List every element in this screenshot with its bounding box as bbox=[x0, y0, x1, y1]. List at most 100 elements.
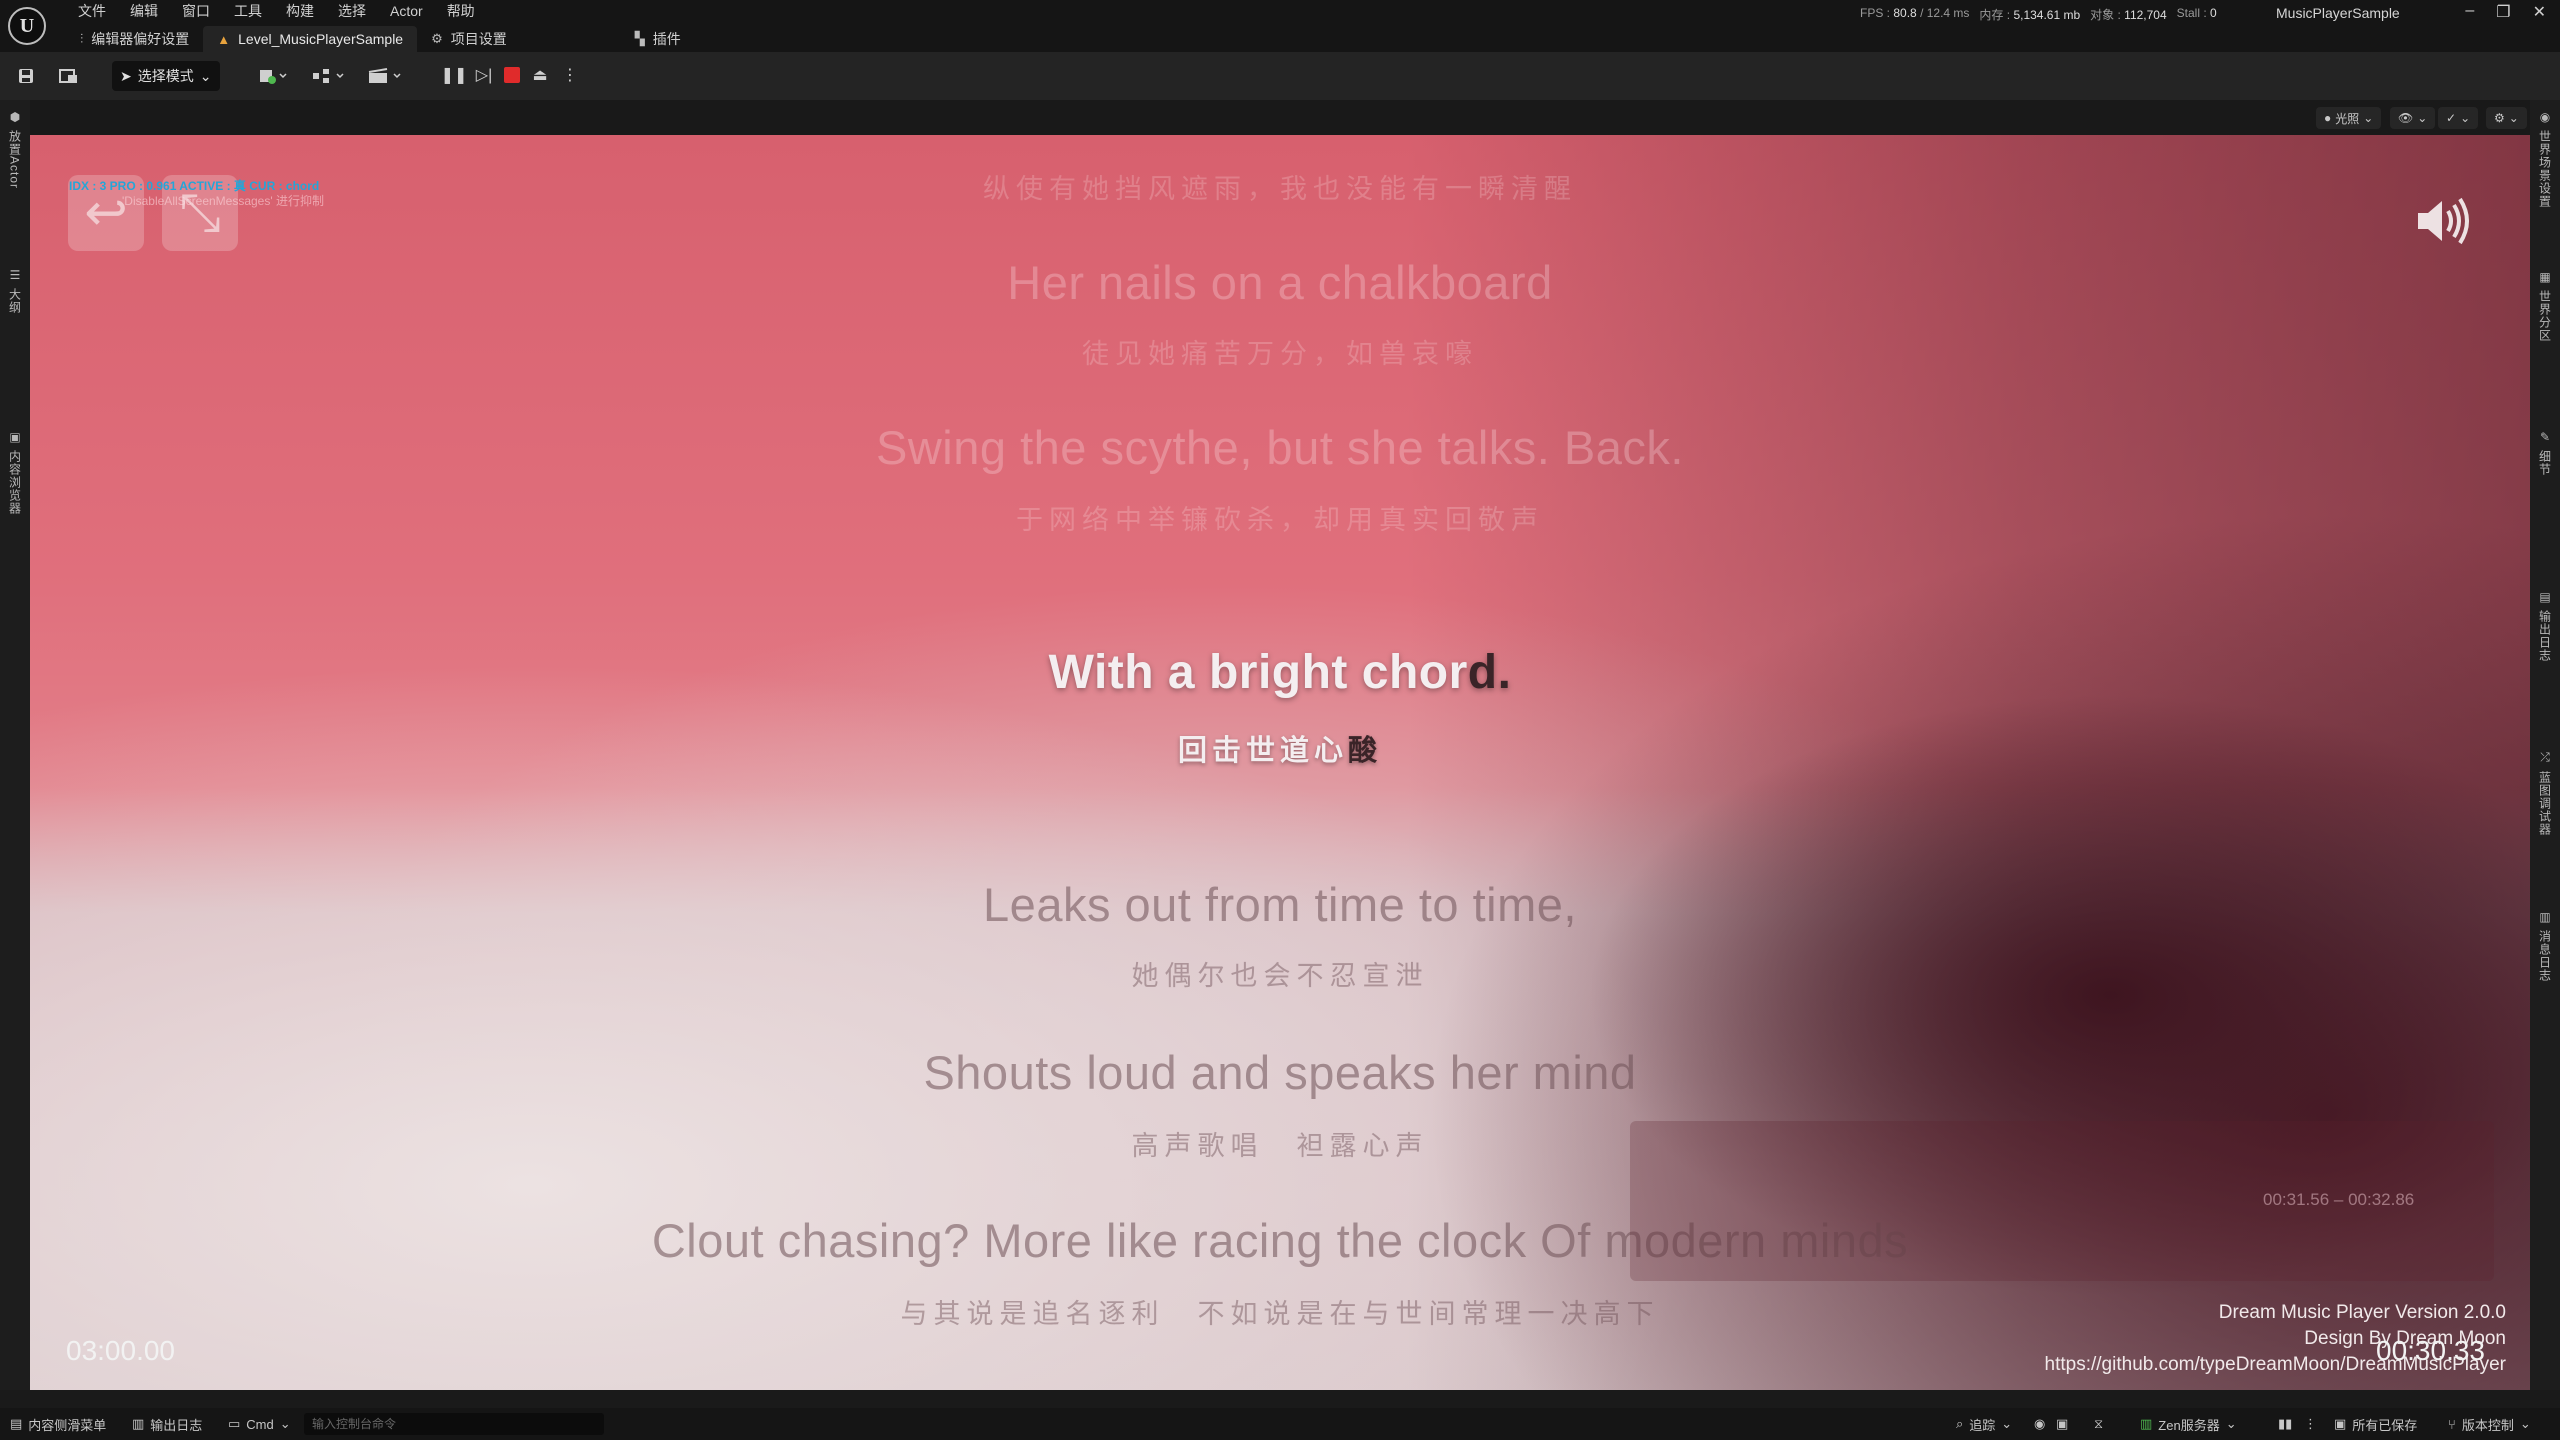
chevron-down-icon: ⌄ bbox=[2519, 1416, 2531, 1431]
pencil-icon: ✎ bbox=[2539, 430, 2551, 444]
gear-icon: ⚙ bbox=[431, 31, 443, 46]
screenshot-icon[interactable]: ▣ bbox=[2056, 1408, 2068, 1440]
fps-stat: FPS : 80.8 / 12.4 ms bbox=[1860, 6, 1970, 20]
lyric-translation: 于网络中举镰砍杀，却用真实回敬声 bbox=[1016, 505, 1544, 535]
tab-project-settings[interactable]: ⚙ 项目设置 bbox=[417, 26, 521, 52]
side-tab-place-actors[interactable]: ⬢ 放置Actor bbox=[0, 110, 30, 189]
blueprint-icon[interactable] bbox=[310, 62, 348, 90]
side-tab-label: 蓝图调试器 bbox=[2537, 771, 2552, 836]
mode-label: 选择模式 bbox=[137, 68, 194, 84]
perf-stats: FPS : 80.8 / 12.4 ms 内存 : 5,134.61 mb 对象… bbox=[1860, 6, 2217, 23]
trace-button[interactable]: ⌕ 追踪 ⌄ bbox=[1956, 1408, 2012, 1440]
total-time: 03:00.00 bbox=[66, 1335, 175, 1366]
chevron-down-icon: ⌄ bbox=[279, 1416, 291, 1431]
output-log-button[interactable]: ▥ 输出日志 bbox=[132, 1408, 202, 1440]
side-tab-details[interactable]: ✎ 细节 bbox=[2530, 430, 2560, 476]
place-actors-icon: ⬢ bbox=[9, 110, 21, 124]
cmd-dropdown[interactable]: ▭ Cmd ⌄ bbox=[228, 1408, 291, 1440]
tab-editor-preferences[interactable]: ⫶ 编辑器偏好设置 bbox=[66, 26, 203, 52]
pause-icon[interactable]: ❚❚ bbox=[441, 63, 468, 87]
saved-label: 所有已保存 bbox=[2352, 1417, 2418, 1433]
minimize-button[interactable]: – bbox=[2465, 2, 2474, 22]
add-actor-icon[interactable] bbox=[256, 62, 290, 90]
console-command-input[interactable]: 输入控制台命令 bbox=[304, 1413, 604, 1435]
step-forward-icon[interactable]: ▷| bbox=[474, 63, 494, 87]
gear-icon: ⚙ bbox=[2494, 111, 2505, 125]
plugin-icon: ▚ bbox=[634, 31, 645, 46]
zen-server-button[interactable]: ▥ Zen服务器 ⌄ bbox=[2140, 1408, 2237, 1440]
level-viewport[interactable]: ● 光照 ⌄ 👁 ⌄ ✓ ⌄ ⚙ ⌄ ↩ ⤡ IDX : 3 PRO : 0.961 … bbox=[30, 100, 2530, 1390]
mem-stat: 内存 : 5,134.61 mb bbox=[1979, 8, 2081, 22]
main-menu: 文件 编辑 窗口 工具 构建 选择 Actor 帮助 bbox=[66, 2, 487, 20]
side-tab-blueprint-debugger[interactable]: ⤮ 蓝图调试器 bbox=[2530, 750, 2560, 836]
drawer-icon: ▤ bbox=[10, 1416, 23, 1431]
stop-icon[interactable] bbox=[504, 67, 520, 83]
more-options-icon[interactable]: ⋮ bbox=[2304, 1408, 2317, 1440]
log-icon: ▤ bbox=[2539, 590, 2551, 604]
chevron-down-icon: ⌄ bbox=[199, 67, 212, 84]
stall-stat: Stall : 0 bbox=[2176, 6, 2217, 20]
side-tab-label: 放置Actor bbox=[7, 130, 22, 190]
server-icon: ▥ bbox=[2140, 1416, 2153, 1431]
left-side-tabs: ⬢ 放置Actor ☰ 大纲 ▣ 内容浏览器 bbox=[0, 100, 30, 1390]
tab-label: Level_MusicPlayerSample bbox=[238, 31, 404, 47]
lyric-translation: 纵使有她挡风遮雨，我也没能有一瞬清醒 bbox=[983, 174, 1577, 204]
side-tab-message-log[interactable]: ▥ 消息日志 bbox=[2530, 910, 2560, 982]
volume-icon[interactable] bbox=[2414, 195, 2472, 252]
content-drawer-button[interactable]: ▤ 内容侧滑菜单 bbox=[10, 1408, 106, 1440]
unreal-logo-icon[interactable]: U bbox=[8, 7, 46, 45]
play-controls: ❚❚ ▷| ⏏ ⋮ bbox=[441, 63, 580, 87]
cinematics-icon[interactable] bbox=[366, 62, 406, 90]
stats-icon[interactable]: ▮▮ bbox=[2278, 1408, 2292, 1440]
save-icon: ▣ bbox=[2334, 1416, 2347, 1431]
side-tab-label: 世界分区 bbox=[2537, 290, 2552, 342]
side-tab-label: 细节 bbox=[2537, 450, 2552, 476]
viewport-settings-button[interactable]: ⚙ ⌄ bbox=[2486, 107, 2527, 129]
side-tab-world-settings[interactable]: ◉ 世界场景设置 bbox=[2530, 110, 2560, 208]
side-tab-world-partition[interactable]: ▦ 世界分区 bbox=[2530, 270, 2560, 342]
menu-window[interactable]: 窗口 bbox=[170, 2, 222, 20]
version-text: Dream Music Player Version 2.0.0 bbox=[2218, 1302, 2506, 1323]
side-tab-content-browser[interactable]: ▣ 内容浏览器 bbox=[0, 430, 30, 515]
tab-plugins[interactable]: ▚ 插件 bbox=[621, 26, 695, 52]
side-tab-outliner[interactable]: ☰ 大纲 bbox=[0, 268, 30, 314]
side-tab-label: 内容浏览器 bbox=[7, 450, 22, 515]
menu-edit[interactable]: 编辑 bbox=[118, 2, 170, 20]
status-bar: ▤ 内容侧滑菜单 ▥ 输出日志 ▭ Cmd ⌄ 输入控制台命令 ⌕ 追踪 ⌄ ◉… bbox=[0, 1408, 2560, 1440]
show-flags-button[interactable]: 👁 ⌄ bbox=[2390, 107, 2436, 129]
side-tab-label: 消息日志 bbox=[2537, 930, 2552, 982]
globe-icon: ◉ bbox=[2539, 110, 2551, 124]
close-button[interactable]: ✕ bbox=[2533, 2, 2546, 22]
folder-icon: ▣ bbox=[9, 430, 21, 444]
lighting-mode-button[interactable]: ● 光照 ⌄ bbox=[2316, 107, 2382, 129]
log-icon: ▥ bbox=[132, 1416, 145, 1431]
window-controls: – ❐ ✕ bbox=[2465, 2, 2546, 22]
save-icon[interactable] bbox=[14, 62, 38, 90]
select-mode-dropdown[interactable]: ➤ 选择模式 ⌄ bbox=[112, 61, 220, 91]
eject-icon[interactable]: ⏏ bbox=[530, 63, 550, 87]
performance-button[interactable]: ✓ ⌄ bbox=[2438, 107, 2479, 129]
more-options-icon[interactable]: ⋮ bbox=[560, 63, 580, 87]
menu-build[interactable]: 构建 bbox=[274, 2, 326, 20]
main-toolbar: ➤ 选择模式 ⌄ ❚❚ ▷| ⏏ ⋮ bbox=[0, 52, 2560, 101]
eye-icon: 👁 bbox=[2398, 111, 2414, 125]
side-tab-output-log[interactable]: ▤ 输出日志 bbox=[2530, 590, 2560, 662]
menu-help[interactable]: 帮助 bbox=[435, 2, 487, 20]
restore-button[interactable]: ❐ bbox=[2496, 2, 2510, 22]
title-bar: U 文件 编辑 窗口 工具 构建 选择 Actor 帮助 ⫶ 编辑器偏好设置 ▲… bbox=[0, 0, 2560, 52]
hourglass-icon[interactable]: ⧖ bbox=[2094, 1408, 2103, 1440]
menu-file[interactable]: 文件 bbox=[66, 2, 118, 20]
menu-actor[interactable]: Actor bbox=[378, 2, 435, 20]
menu-tools[interactable]: 工具 bbox=[222, 2, 274, 20]
right-side-tabs: ◉ 世界场景设置 ▦ 世界分区 ✎ 细节 ▤ 输出日志 ⤮ 蓝图调试器 ▥ 消息… bbox=[2530, 100, 2560, 1390]
menu-select[interactable]: 选择 bbox=[326, 2, 378, 20]
tab-label: 项目设置 bbox=[450, 31, 507, 47]
record-icon[interactable]: ◉ bbox=[2034, 1408, 2045, 1440]
current-time: 00:30.33 bbox=[2376, 1335, 2485, 1366]
save-status-button[interactable]: ▣ 所有已保存 bbox=[2334, 1408, 2417, 1440]
tab-level[interactable]: ▲ Level_MusicPlayerSample bbox=[203, 26, 418, 52]
content-browser-icon[interactable] bbox=[56, 62, 82, 90]
version-control-button[interactable]: ⑂ 版本控制 ⌄ bbox=[2448, 1408, 2531, 1440]
message-icon: ▥ bbox=[2539, 910, 2551, 924]
grid-icon: ▦ bbox=[2539, 270, 2551, 284]
